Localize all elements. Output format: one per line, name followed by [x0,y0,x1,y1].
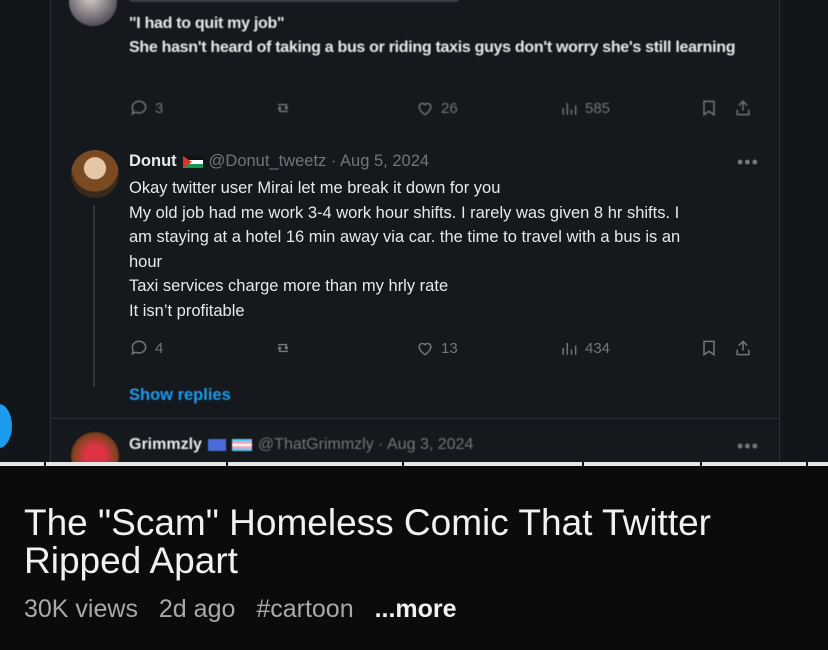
reply-quote: "I had to quit my job" [129,15,285,32]
repost-icon [277,343,289,353]
view-count: 30K views [24,595,138,623]
like-button[interactable]: 26 [415,98,458,118]
heart-icon [418,342,432,356]
bookmark-icon [703,100,715,117]
reply-body: Okay twitter user Mirai let me break it … [129,176,769,323]
repost-button[interactable] [273,338,293,358]
bookmark-icon [703,340,715,357]
comment-count: 3 [155,99,164,117]
show-replies-link[interactable]: Show replies [129,386,231,405]
cut-off-header [129,0,459,2]
reply-button[interactable]: 4 [129,338,163,358]
like-count: 26 [441,99,458,117]
thread-line [93,205,95,387]
tweet-thread-panel: "I had to quit my job" She hasn't heard … [50,0,780,464]
display-name[interactable]: Donut [129,152,177,171]
like-count: 13 [441,339,458,357]
share-icon [736,340,750,356]
bookmark-button[interactable] [699,98,719,118]
upload-age: 2d ago [158,595,236,623]
flag-icon [207,439,226,451]
reply-button[interactable]: 3 [129,98,163,118]
comment-count: 4 [155,339,164,357]
flag-icon [182,155,203,168]
divider [51,418,779,419]
comment-icon [131,340,147,356]
views-button[interactable]: 585 [559,98,610,118]
more-options-icon: ••• [737,436,759,456]
share-button[interactable] [733,338,753,358]
views-icon [562,343,577,355]
hashtag-link[interactable]: #cartoon [256,595,353,623]
more-options-icon[interactable]: ••• [737,152,759,173]
comment-icon [131,100,147,116]
repost-button[interactable] [273,98,293,118]
share-button[interactable] [733,98,753,118]
avatar [71,432,119,464]
handle-and-date: @ThatGrimmzly · Aug 3, 2024 [257,436,474,453]
view-count: 434 [585,339,611,357]
handle-and-date[interactable]: @Donut_tweetz · Aug 5, 2024 [209,152,429,171]
views-icon [562,103,577,115]
video-title[interactable]: The "Scam" Homeless Comic That Twitter R… [24,504,804,580]
reply-text: She hasn't heard of taking a bus or ridi… [129,39,736,56]
video-frame[interactable]: "I had to quit my job" She hasn't heard … [0,0,828,464]
video-info: The "Scam" Homeless Comic That Twitter R… [0,466,828,650]
repost-icon [277,103,289,113]
display-name: Grimmzly [129,436,202,453]
views-button[interactable]: 434 [559,338,610,358]
reply-line: hour [129,252,163,271]
reply-line: am staying at a hotel 16 min away via ca… [129,228,681,246]
reply-line: Okay twitter user Mirai let me break it … [129,179,501,197]
heart-icon [418,102,432,116]
video-metadata: 30K views 2d ago #cartoon ...more [24,595,471,624]
flag-icon [231,439,252,451]
reply-line: Taxi services charge more than my hrly r… [129,277,449,295]
more-button[interactable]: ...more [375,595,457,623]
share-icon [736,100,750,116]
avatar[interactable] [71,150,119,198]
reply-line: It isn’t profitable [129,301,245,320]
like-button[interactable]: 13 [415,338,458,358]
avatar [69,0,117,26]
bookmark-button[interactable] [699,338,719,358]
reply-line: My old job had me work 3-4 work hour shi… [129,203,680,222]
view-count: 585 [585,99,611,117]
partial-blue-button [0,404,12,448]
